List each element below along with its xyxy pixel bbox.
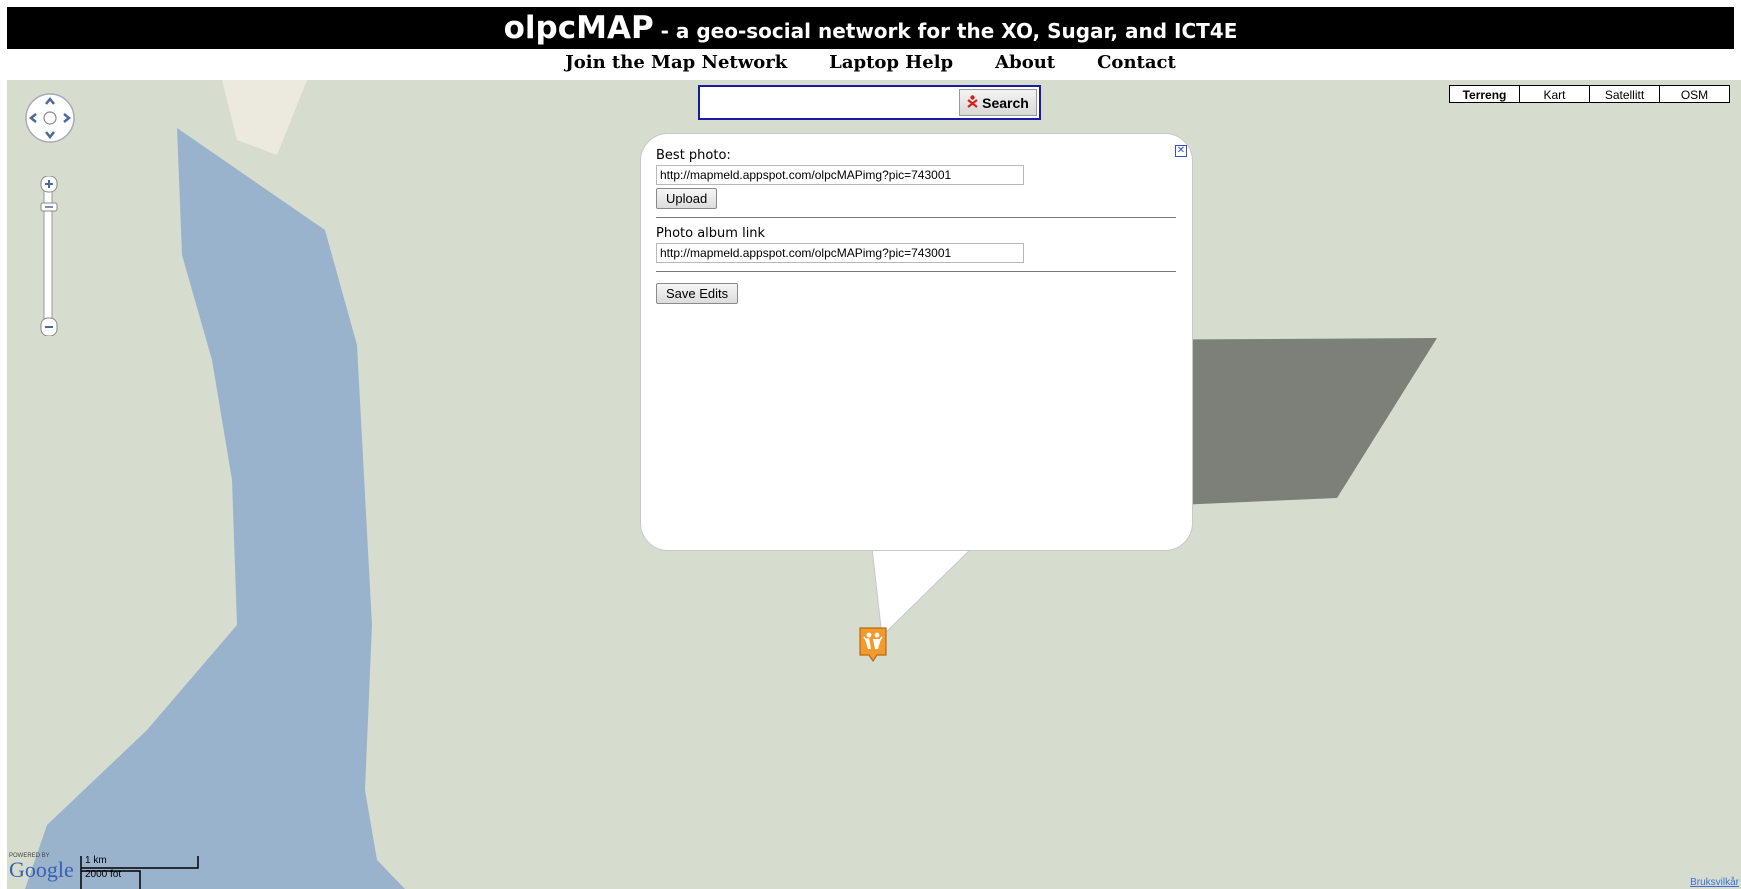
scale-imperial: 2000 fot (85, 869, 122, 880)
road-strip (222, 80, 307, 155)
xo-icon (967, 94, 978, 111)
scale-metric: 1 km (85, 855, 107, 866)
search-input[interactable] (702, 89, 959, 118)
map-type-terreng[interactable]: Terreng (1449, 85, 1520, 103)
info-window: ✕ Best photo: Upload Photo album link Sa… (640, 133, 1193, 551)
nav-about[interactable]: About (995, 52, 1055, 78)
site-title: olpcMAP (503, 10, 654, 46)
pan-control[interactable] (24, 92, 76, 144)
album-label: Photo album link (656, 226, 766, 241)
search-box: Search (698, 85, 1041, 120)
map-type-osm[interactable]: OSM (1659, 85, 1730, 103)
map-type-kart[interactable]: Kart (1519, 85, 1590, 103)
terms-link[interactable]: Bruksvilkår (1690, 877, 1739, 888)
nav-join[interactable]: Join the Map Network (565, 52, 787, 78)
river-water (25, 128, 405, 889)
main-nav: Join the Map Network Laptop Help About C… (0, 52, 1741, 78)
best-photo-field[interactable] (656, 165, 1024, 185)
album-link-field[interactable] (656, 243, 1024, 263)
zoom-control (40, 175, 60, 337)
map-type-control: Terreng Kart Satellitt OSM (1449, 85, 1730, 103)
map-marker[interactable] (859, 627, 887, 667)
nav-contact[interactable]: Contact (1097, 52, 1176, 78)
scale-bar: 1 km 2000 fot (80, 855, 199, 889)
upload-button[interactable]: Upload (656, 188, 718, 209)
close-icon[interactable]: ✕ (1175, 145, 1187, 157)
divider (656, 271, 1176, 272)
divider (656, 217, 1176, 218)
search-button[interactable]: Search (959, 89, 1037, 116)
nav-laptop-help[interactable]: Laptop Help (829, 52, 953, 78)
google-logo[interactable]: POWERED BY Google (9, 853, 74, 881)
search-button-label: Search (982, 94, 1029, 111)
popup-tail (872, 548, 973, 638)
best-photo-label: Best photo: (656, 148, 731, 163)
map-canvas[interactable]: Search Terreng Kart Satellitt OSM ✕ Best… (7, 80, 1741, 889)
save-edits-button[interactable]: Save Edits (656, 283, 739, 304)
site-subtitle: - a geo-social network for the XO, Sugar… (653, 19, 1238, 43)
map-type-satellitt[interactable]: Satellitt (1589, 85, 1660, 103)
google-wordmark: Google (9, 857, 74, 882)
site-header: olpcMAP - a geo-social network for the X… (7, 7, 1734, 49)
